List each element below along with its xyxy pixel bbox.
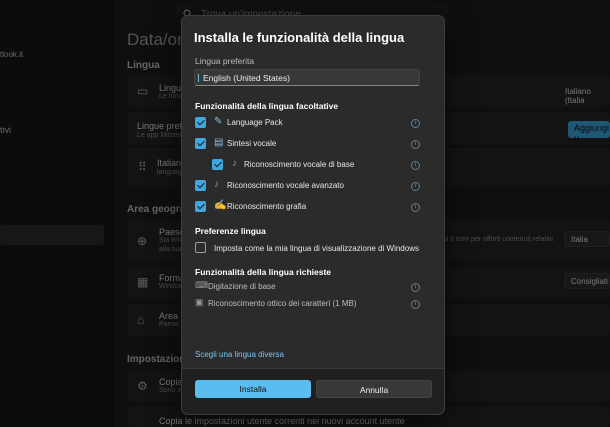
checkbox-language-pack[interactable] [195, 117, 206, 128]
microphone-icon: ♪ [232, 158, 237, 169]
checkbox-speech-synthesis[interactable] [195, 138, 206, 149]
install-language-features-dialog: Installa le funzionalità della lingua Li… [181, 15, 445, 415]
required-features-header: Funzionalità della lingua richieste [195, 267, 332, 277]
speech-synthesis-icon: ▤ [214, 137, 224, 148]
info-icon[interactable]: i [411, 182, 420, 191]
info-icon[interactable]: i [411, 140, 420, 149]
cancel-button[interactable]: Annulla [316, 380, 432, 398]
feature-label: Riconoscimento vocale di base [244, 160, 355, 169]
optional-features-header: Funzionalità della lingua facoltative [195, 101, 339, 111]
feature-label: Sintesi vocale [227, 139, 277, 148]
display-language-option-label: Imposta come la mia lingua di visualizza… [214, 244, 419, 253]
choose-another-language-link[interactable]: Scegli una lingua diversa [195, 350, 284, 359]
language-pack-icon: ✎ [214, 116, 223, 127]
feature-label: Language Pack [227, 118, 283, 127]
feature-label: Riconoscimento grafia [227, 202, 307, 211]
install-button[interactable]: Installa [195, 380, 311, 398]
checkbox-display-language[interactable] [195, 242, 206, 253]
dialog-title: Installa le funzionalità della lingua [194, 30, 405, 45]
preferred-language-field[interactable]: English (United States) [194, 69, 420, 86]
checkbox-handwriting[interactable] [195, 201, 206, 212]
preferred-language-label: Lingua preferita [195, 56, 255, 66]
microphone-icon: ♪ [214, 179, 219, 190]
info-icon[interactable]: i [411, 203, 420, 212]
required-feature-label: Riconoscimento ottico dei caratteri (1 M… [208, 299, 357, 308]
keyboard-icon: ⌨ [195, 280, 208, 290]
dialog-footer: Installa Annulla [182, 368, 444, 414]
info-icon[interactable]: i [411, 119, 420, 128]
required-feature-label: Digitazione di base [208, 282, 276, 291]
handwriting-icon: ✍ [214, 200, 227, 211]
info-icon[interactable]: i [411, 300, 420, 309]
feature-label: Riconoscimento vocale avanzato [227, 181, 344, 190]
checkbox-basic-speech[interactable] [212, 159, 223, 170]
language-prefs-header: Preferenze lingua [195, 226, 266, 236]
info-icon[interactable]: i [411, 283, 420, 292]
text-caret [198, 74, 199, 82]
checkbox-enhanced-speech[interactable] [195, 180, 206, 191]
ocr-icon: ▣ [195, 297, 204, 307]
preferred-language-value: English (United States) [203, 73, 290, 83]
info-icon[interactable]: i [411, 161, 420, 170]
